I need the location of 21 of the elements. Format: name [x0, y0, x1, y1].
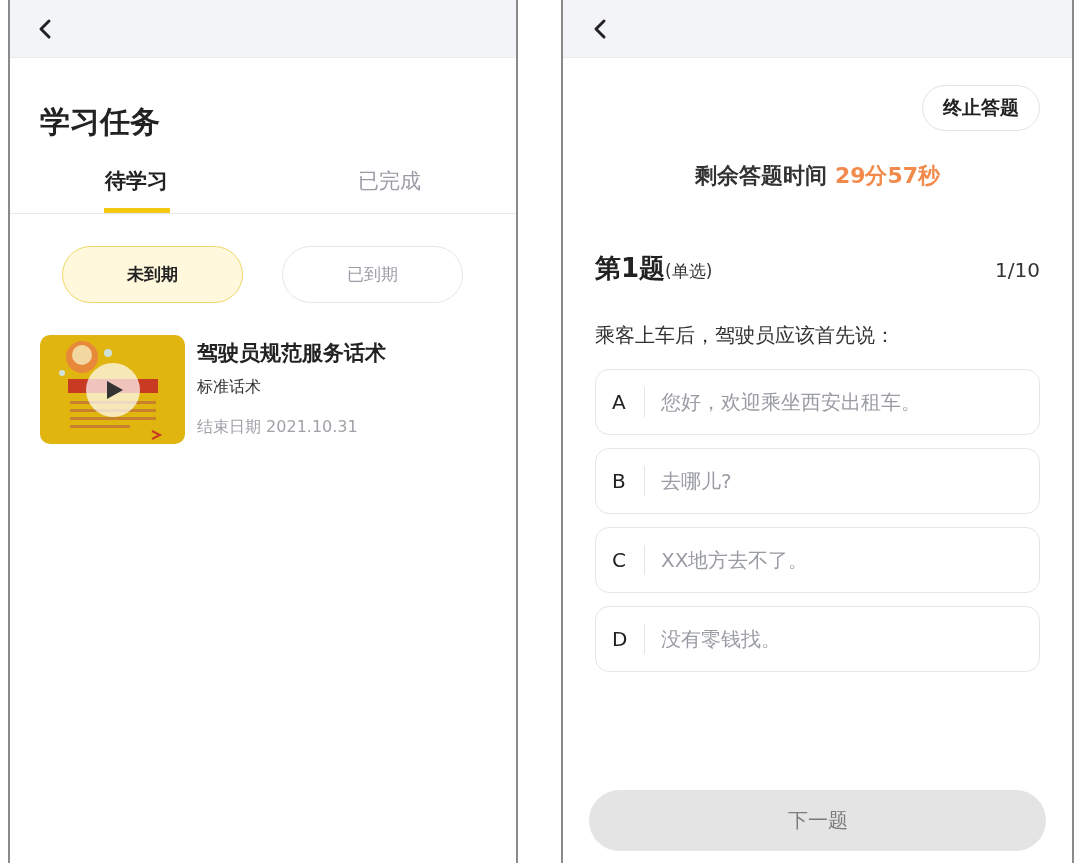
page-title: 学习任务: [40, 103, 161, 141]
answer-option[interactable]: B 去哪儿?: [595, 448, 1040, 514]
answer-option[interactable]: C XX地方去不了。: [595, 527, 1040, 593]
answer-option[interactable]: A 您好，欢迎乘坐西安出租车。: [595, 369, 1040, 435]
question-type: (单选): [665, 260, 713, 283]
timer-label: 剩余答题时间: [694, 162, 827, 190]
question-number: 第1题: [595, 252, 666, 285]
play-icon[interactable]: [86, 363, 140, 417]
back-icon[interactable]: [38, 17, 52, 40]
task-subtitle: 标准话术: [197, 377, 262, 398]
question-text: 乘客上车后，驾驶员应该首先说：: [595, 322, 896, 349]
timer-value: 29分57秒: [834, 162, 941, 190]
answer-option[interactable]: D 没有零钱找。: [595, 606, 1040, 672]
tab-indicator: [103, 208, 170, 213]
task-title[interactable]: 驾驶员规范服务话术: [197, 339, 386, 367]
question-counter: 1/10: [995, 258, 1040, 282]
filter-button[interactable]: 未到期: [62, 246, 243, 303]
end-date: 结束日期 2021.10.31: [197, 417, 359, 438]
tab[interactable]: 待学习: [105, 167, 168, 208]
back-icon[interactable]: [593, 17, 607, 40]
stop-answering-button[interactable]: 终止答题: [922, 85, 1040, 131]
